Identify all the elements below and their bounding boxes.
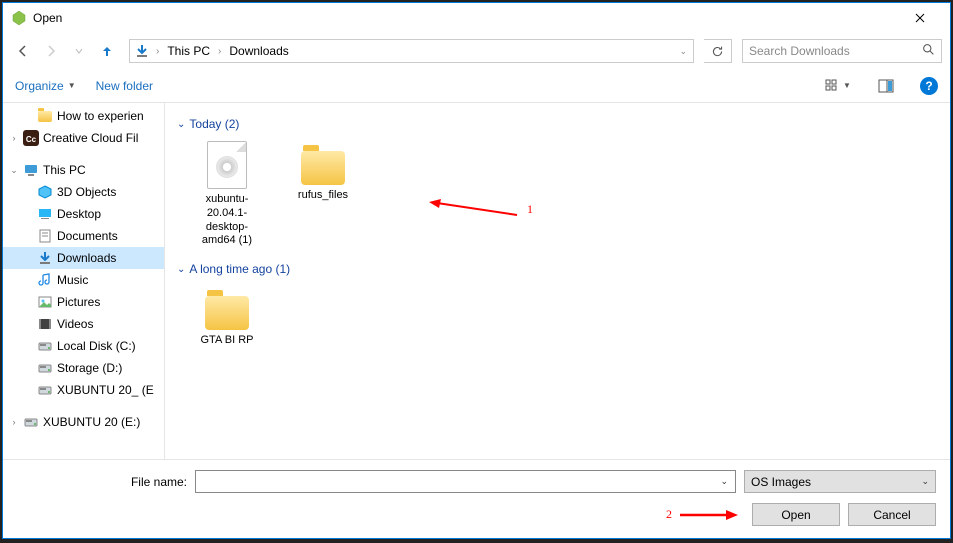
tree-item[interactable]: Videos [3, 313, 164, 335]
svg-text:Cc: Cc [26, 135, 37, 144]
chevron-right-icon: › [216, 46, 223, 57]
annotation-2: 2 [666, 507, 738, 522]
videos-icon [37, 316, 53, 332]
tree-item-label: This PC [43, 163, 86, 177]
back-button[interactable] [11, 39, 35, 63]
title-bar: Open [3, 3, 950, 33]
iso-file-icon [207, 141, 247, 189]
tree-item[interactable]: How to experien [3, 105, 164, 127]
tree-item[interactable]: Desktop [3, 203, 164, 225]
tree-item[interactable]: ⌄ This PC [3, 159, 164, 181]
file-item-label: GTA BI RP [191, 334, 263, 348]
breadcrumb-downloads[interactable]: Downloads [227, 42, 290, 60]
desktop-icon [37, 206, 53, 222]
tree-item-label: Creative Cloud Fil [43, 131, 138, 145]
file-item-label: rufus_files [287, 189, 359, 203]
chevron-down-icon: ⌄ [177, 264, 185, 275]
app-icon [11, 10, 27, 26]
downloads-icon [37, 250, 53, 266]
file-list-pane[interactable]: 1 ⌄Today (2)xubuntu-20.04.1-desktop-amd6… [165, 103, 950, 459]
search-box[interactable]: Search Downloads [742, 39, 942, 63]
tree-item[interactable]: › Cc Creative Cloud Fil [3, 127, 164, 149]
folder-tree[interactable]: How to experien › Cc Creative Cloud Fil ⌄ Thi… [3, 103, 165, 459]
tree-item-label: XUBUNTU 20 (E:) [43, 415, 140, 429]
tree-item[interactable]: Pictures [3, 291, 164, 313]
disk-icon [37, 382, 53, 398]
breadcrumb-this-pc[interactable]: This PC [165, 42, 212, 60]
forward-button[interactable] [39, 39, 63, 63]
tree-item[interactable]: › XUBUNTU 20 (E:) [3, 411, 164, 433]
chevron-down-icon[interactable]: ⌄ [677, 46, 689, 57]
folder-icon [37, 108, 53, 124]
disk-icon [23, 414, 39, 430]
tree-item-label: Desktop [57, 207, 101, 221]
expander-icon[interactable]: › [9, 133, 19, 143]
file-item[interactable]: xubuntu-20.04.1-desktop-amd64 (1) [191, 141, 263, 248]
tree-item[interactable]: 3D Objects [3, 181, 164, 203]
preview-pane-button[interactable] [872, 74, 900, 98]
tree-item[interactable]: XUBUNTU 20_ (E [3, 379, 164, 401]
tree-item[interactable]: Downloads [3, 247, 164, 269]
refresh-button[interactable] [704, 39, 732, 63]
nav-bar: › This PC › Downloads ⌄ Search Downloads [3, 33, 950, 69]
caret-down-icon: ⌄ [921, 476, 929, 487]
chevron-down-icon: ⌄ [177, 119, 185, 130]
disk-icon [37, 338, 53, 354]
toolbar: Organize ▼ New folder ▼ ? [3, 69, 950, 103]
tree-item-label: Storage (D:) [57, 361, 122, 375]
address-bar[interactable]: › This PC › Downloads ⌄ [129, 39, 694, 63]
docs-icon [37, 228, 53, 244]
3d-icon [37, 184, 53, 200]
recent-dropdown[interactable] [67, 39, 91, 63]
view-options-button[interactable]: ▼ [824, 74, 852, 98]
tree-item-label: Videos [57, 317, 93, 331]
expander-icon[interactable]: › [9, 417, 19, 427]
file-item-label: xubuntu-20.04.1-desktop-amd64 (1) [191, 193, 263, 248]
caret-down-icon[interactable]: ⌄ [716, 474, 732, 489]
group-header[interactable]: ⌄Today (2) [177, 117, 938, 131]
up-button[interactable] [95, 39, 119, 63]
tree-item[interactable]: Music [3, 269, 164, 291]
tree-item[interactable]: Documents [3, 225, 164, 247]
organize-button[interactable]: Organize ▼ [15, 79, 76, 93]
cc-icon: Cc [23, 130, 39, 146]
file-item[interactable]: GTA BI RP [191, 286, 263, 348]
dialog-footer: File name: ⌄ OS Images ⌄ 2 Open Cancel [3, 459, 950, 538]
folder-icon [301, 151, 345, 185]
expander-icon[interactable]: ⌄ [9, 165, 19, 176]
group-header[interactable]: ⌄A long time ago (1) [177, 262, 938, 276]
pictures-icon [37, 294, 53, 310]
chevron-right-icon: › [154, 46, 161, 57]
tree-item-label: Pictures [57, 295, 100, 309]
tree-item[interactable]: Storage (D:) [3, 357, 164, 379]
caret-down-icon: ▼ [68, 81, 76, 90]
folder-icon [205, 296, 249, 330]
tree-item-label: Music [57, 273, 88, 287]
tree-item[interactable]: Local Disk (C:) [3, 335, 164, 357]
file-item[interactable]: rufus_files [287, 141, 359, 248]
file-type-filter[interactable]: OS Images ⌄ [744, 470, 936, 493]
window-title: Open [33, 11, 897, 25]
new-folder-button[interactable]: New folder [96, 79, 153, 93]
open-button[interactable]: Open [752, 503, 840, 526]
search-placeholder: Search Downloads [749, 44, 922, 58]
tree-item-label: How to experien [57, 109, 144, 123]
search-icon [922, 43, 935, 59]
pc-icon [23, 162, 39, 178]
disk-icon [37, 360, 53, 376]
file-name-input[interactable]: ⌄ [195, 470, 736, 493]
tree-item-label: Documents [57, 229, 118, 243]
tree-item-label: XUBUNTU 20_ (E [57, 383, 154, 397]
file-name-label: File name: [17, 475, 187, 489]
cancel-button[interactable]: Cancel [848, 503, 936, 526]
downloads-icon [134, 43, 150, 59]
tree-item-label: 3D Objects [57, 185, 116, 199]
open-dialog-window: Open › This PC › Downloads ⌄ Search Down… [2, 2, 951, 539]
tree-item-label: Local Disk (C:) [57, 339, 136, 353]
help-button[interactable]: ? [920, 77, 938, 95]
music-icon [37, 272, 53, 288]
tree-item-label: Downloads [57, 251, 116, 265]
close-button[interactable] [897, 3, 942, 33]
